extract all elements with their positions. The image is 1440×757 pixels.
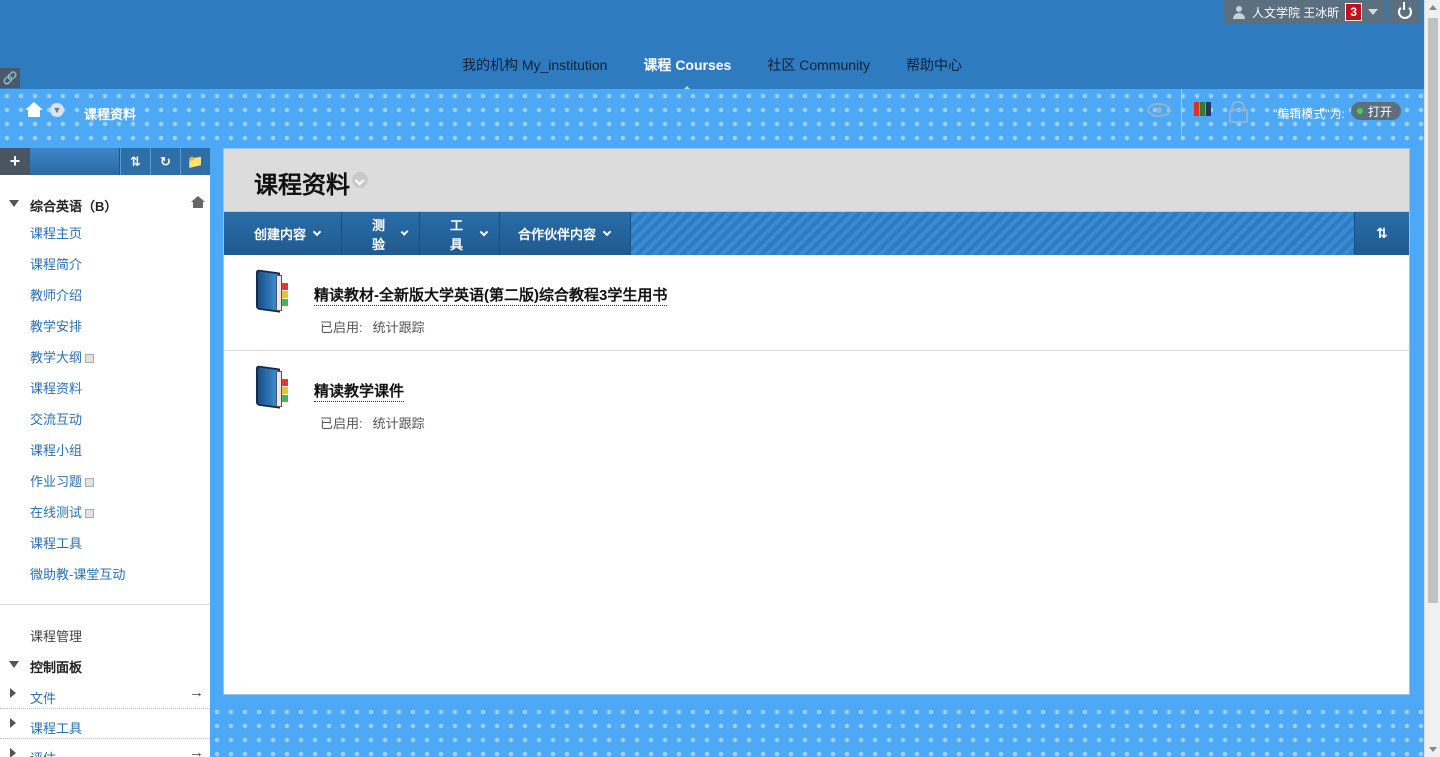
tab-courses[interactable]: 课程 Courses bbox=[625, 52, 749, 95]
arrow-right-icon[interactable]: → bbox=[189, 744, 204, 757]
user-menu[interactable]: 人文学院 王冰昕 3 bbox=[1223, 0, 1386, 24]
scroll-up-icon[interactable] bbox=[1429, 5, 1437, 10]
assessment-button[interactable]: 测验 bbox=[342, 212, 420, 255]
link-icon[interactable]: 🔗 bbox=[0, 68, 20, 88]
sidebar-item-materials[interactable]: 课程资料 bbox=[30, 379, 125, 410]
empty-area-icon bbox=[85, 509, 95, 518]
empty-area-icon bbox=[85, 478, 95, 487]
partner-content-button[interactable]: 合作伙伴内容 bbox=[500, 212, 631, 255]
edit-mode-label: "编辑模式"为: bbox=[1273, 107, 1345, 121]
control-panel-item-course-tools[interactable]: 课程工具 bbox=[0, 709, 210, 739]
chevron-down-icon bbox=[312, 227, 322, 237]
tab-community[interactable]: 社区 Community bbox=[749, 52, 888, 78]
folder-view-icon[interactable]: 📁 bbox=[180, 148, 210, 175]
book-icon bbox=[254, 365, 290, 409]
arrow-right-icon[interactable]: → bbox=[189, 684, 204, 701]
tab-my-institution[interactable]: 我的机构 My_institution bbox=[444, 52, 625, 78]
sidebar-item-schedule[interactable]: 教学安排 bbox=[30, 317, 125, 348]
reorder-icon[interactable]: ⇅ bbox=[1354, 212, 1409, 255]
sidebar-item-classroom-interaction[interactable]: 微助教-课堂互动 bbox=[30, 565, 125, 596]
chevron-down-icon bbox=[400, 227, 409, 237]
content-item-link[interactable]: 精读教材-全新版大学英语(第二版)综合教程3学生用书 bbox=[314, 284, 668, 306]
book-icon bbox=[254, 269, 290, 313]
control-panel-item-files[interactable]: 文件 → bbox=[0, 679, 210, 709]
status-dot-icon bbox=[1357, 108, 1363, 114]
control-panel-label: 控制面板 bbox=[30, 660, 83, 675]
sidebar-item-assignments[interactable]: 作业习题 bbox=[30, 472, 125, 503]
empty-area-icon bbox=[85, 354, 95, 363]
create-content-button[interactable]: 创建内容 bbox=[224, 212, 342, 255]
chevron-down-icon bbox=[602, 227, 612, 237]
home-icon[interactable] bbox=[25, 102, 43, 118]
course-management-heading: 课程管理 bbox=[30, 629, 83, 644]
edit-mode-toggle[interactable]: 打开 bbox=[1351, 102, 1401, 120]
scroll-down-icon[interactable] bbox=[1429, 747, 1437, 752]
content-item-link[interactable]: 精读教学课件 bbox=[314, 380, 405, 402]
chevron-down-icon[interactable] bbox=[1368, 9, 1378, 15]
expand-icon[interactable] bbox=[10, 688, 16, 698]
sidebar-item-discussion[interactable]: 交流互动 bbox=[30, 410, 125, 441]
power-icon bbox=[1398, 2, 1412, 19]
course-header[interactable]: 综合英语（B） bbox=[0, 194, 210, 214]
page-title: 课程资料 bbox=[254, 172, 350, 199]
tab-help-center[interactable]: 帮助中心 bbox=[888, 52, 980, 78]
course-menu-toolbar: + ⇅ ↻ 📁 bbox=[0, 148, 210, 175]
sidebar-item-syllabus[interactable]: 教学大纲 bbox=[30, 348, 125, 379]
collapse-icon[interactable] bbox=[9, 661, 19, 668]
chevron-down-icon bbox=[480, 227, 489, 237]
content-item: 精读教材-全新版大学英语(第二版)综合教程3学生用书 已启用: 统计跟踪 bbox=[224, 255, 1409, 350]
theme-color-icon[interactable] bbox=[1194, 102, 1216, 118]
top-header: 人文学院 王冰昕 3 我的机构 My_institution 课程 Course… bbox=[0, 0, 1424, 95]
course-name[interactable]: 综合英语（B） bbox=[30, 196, 117, 215]
content-item: 精读教学课件 已启用: 统计跟踪 bbox=[224, 350, 1409, 445]
reorder-icon[interactable]: ⇅ bbox=[120, 148, 150, 175]
sidebar-item-course-home[interactable]: 课程主页 bbox=[30, 224, 125, 255]
sidebar-item-groups[interactable]: 课程小组 bbox=[30, 441, 125, 472]
main-nav: 我的机构 My_institution 课程 Courses 社区 Commun… bbox=[0, 52, 1424, 95]
user-name: 人文学院 王冰昕 bbox=[1251, 5, 1340, 20]
edit-mode-state: 打开 bbox=[1368, 104, 1393, 119]
course-menu-list: 课程主页 课程简介 教师介绍 教学安排 教学大纲 课程资料 交流互动 课程小组 … bbox=[30, 224, 125, 596]
course-menu: + ⇅ ↻ 📁 综合英语（B） 课程主页 课程简介 教师介绍 教学安排 教学大纲… bbox=[0, 148, 210, 757]
menu-search-field[interactable] bbox=[30, 148, 120, 175]
sidebar-item-teachers[interactable]: 教师介绍 bbox=[30, 286, 125, 317]
user-icon bbox=[1232, 5, 1246, 19]
breadcrumb-current: 课程资料 bbox=[84, 107, 137, 122]
tools-button[interactable]: 工具 bbox=[420, 212, 500, 255]
lock-icon[interactable] bbox=[1228, 101, 1248, 123]
divider bbox=[1181, 89, 1182, 135]
refresh-icon[interactable]: ↻ bbox=[150, 148, 180, 175]
divider bbox=[0, 604, 210, 605]
content-item-meta: 已启用: 统计跟踪 bbox=[320, 416, 425, 431]
sidebar-item-online-tests[interactable]: 在线测试 bbox=[30, 503, 125, 534]
content-header: 课程资料 bbox=[224, 149, 1409, 212]
action-bar: 创建内容 测验 工具 合作伙伴内容 ⇅ bbox=[224, 212, 1409, 255]
scroll-thumb[interactable] bbox=[1428, 18, 1438, 603]
course-home-icon[interactable] bbox=[191, 196, 205, 208]
content-panel: 课程资料 创建内容 测验 工具 合作伙伴内容 ⇅ 精读教材-全新版大学英语(第二… bbox=[223, 148, 1410, 695]
expand-icon[interactable] bbox=[10, 718, 16, 728]
notification-badge[interactable]: 3 bbox=[1345, 3, 1362, 21]
add-menu-item-button[interactable]: + bbox=[0, 148, 30, 175]
control-panel-item-evaluation[interactable]: 评估 → bbox=[0, 739, 210, 757]
page-scrollbar[interactable] bbox=[1424, 0, 1440, 757]
student-preview-icon[interactable] bbox=[1147, 103, 1171, 117]
breadcrumb-menu-icon[interactable]: ▼ bbox=[50, 103, 64, 117]
control-panel-header[interactable]: 控制面板 bbox=[0, 655, 210, 675]
breadcrumb: ▼ 课程资料 "编辑模式"为: 打开 bbox=[0, 89, 1424, 135]
expand-icon[interactable] bbox=[10, 748, 16, 757]
logout-button[interactable] bbox=[1388, 0, 1422, 24]
collapse-icon[interactable] bbox=[9, 200, 19, 207]
sidebar-item-course-intro[interactable]: 课程简介 bbox=[30, 255, 125, 286]
sidebar-item-course-tools[interactable]: 课程工具 bbox=[30, 534, 125, 565]
chevron-down-icon[interactable] bbox=[352, 172, 368, 188]
content-item-meta: 已启用: 统计跟踪 bbox=[320, 320, 425, 335]
